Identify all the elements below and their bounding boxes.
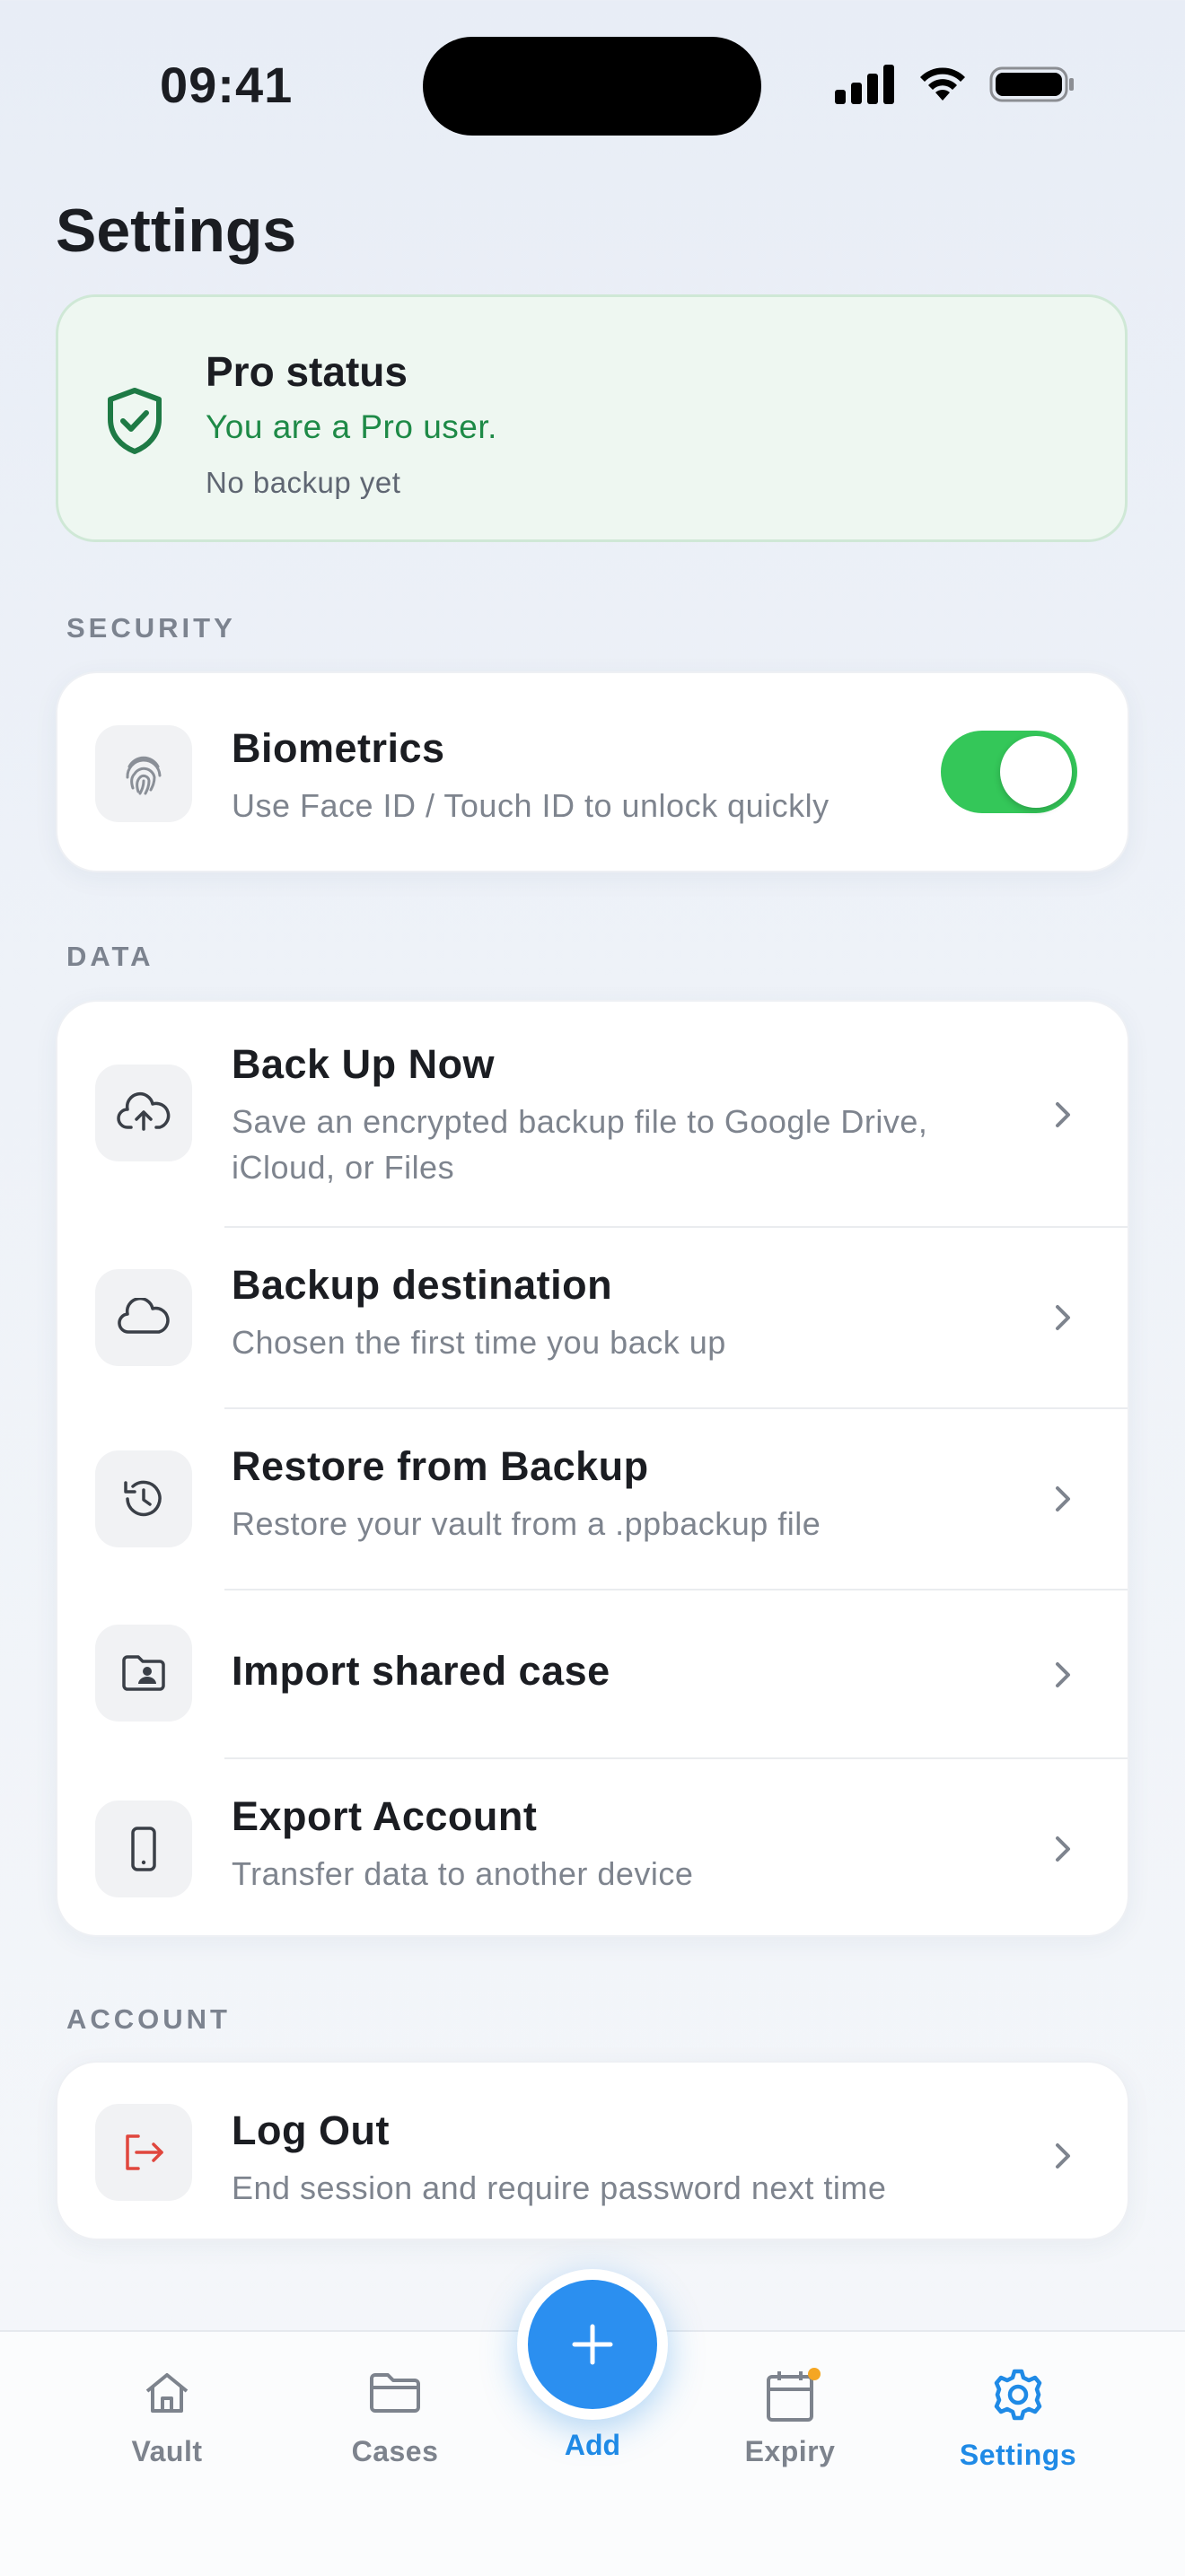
backup-destination-title: Backup destination xyxy=(232,1262,613,1308)
tab-settings-label: Settings xyxy=(959,2439,1077,2471)
plus-icon xyxy=(572,2324,613,2365)
tab-expiry-label: Expiry xyxy=(744,2435,836,2467)
security-card: Biometrics Use Face ID / Touch ID to unl… xyxy=(56,671,1129,872)
status-icons xyxy=(835,65,1075,104)
export-account-title: Export Account xyxy=(232,1793,538,1839)
logout-title: Log Out xyxy=(232,2107,390,2153)
tab-expiry[interactable]: Expiry xyxy=(700,2368,880,2468)
chevron-right-icon xyxy=(1056,2143,1070,2169)
pro-status-card: Pro status You are a Pro user. No backup… xyxy=(56,294,1128,542)
tab-cases-label: Cases xyxy=(351,2435,439,2467)
page-title: Settings xyxy=(56,197,297,265)
backup-status-text: No backup yet xyxy=(206,466,401,499)
signal-icon xyxy=(835,65,894,104)
chevron-right-icon xyxy=(1056,1836,1070,1862)
chevron-right-icon xyxy=(1056,1305,1070,1330)
chevron-right-icon xyxy=(1056,1662,1070,1687)
biometrics-row: Biometrics Use Face ID / Touch ID to unl… xyxy=(57,673,1128,871)
backup-destination-row[interactable]: Backup destination Chosen the first time… xyxy=(57,1228,1128,1407)
cloud-upload-icon xyxy=(95,1065,192,1161)
logout-subtitle: End session and require password next ti… xyxy=(232,2169,887,2206)
export-account-subtitle: Transfer data to another device xyxy=(232,1855,694,1892)
phone-icon xyxy=(95,1801,192,1897)
battery-icon xyxy=(989,66,1074,102)
export-account-row[interactable]: Export Account Transfer data to another … xyxy=(57,1759,1128,1935)
pro-status-title: Pro status xyxy=(206,348,408,395)
backup-now-subtitle: Save an encrypted backup file to Google … xyxy=(232,1103,928,1186)
chevron-right-icon xyxy=(1056,1486,1070,1511)
add-button[interactable] xyxy=(517,2269,668,2420)
fingerprint-icon xyxy=(95,725,192,822)
section-label-data: DATA xyxy=(66,941,154,972)
folder-icon xyxy=(370,2373,420,2413)
status-time: 09:41 xyxy=(160,57,294,113)
section-label-security: SECURITY xyxy=(66,612,236,644)
history-icon xyxy=(95,1450,192,1547)
tab-vault-label: Vault xyxy=(131,2435,203,2467)
backup-now-title: Back Up Now xyxy=(232,1041,496,1087)
gear-icon xyxy=(994,2369,1042,2421)
folder-user-icon xyxy=(95,1625,192,1722)
tab-cases[interactable]: Cases xyxy=(305,2368,485,2468)
backup-now-row[interactable]: Back Up Now Save an encrypted backup fil… xyxy=(57,1002,1128,1226)
notification-dot xyxy=(808,2368,821,2380)
data-card: Back Up Now Save an encrypted backup fil… xyxy=(56,1000,1129,1937)
logout-icon xyxy=(95,2104,192,2201)
restore-backup-title: Restore from Backup xyxy=(232,1443,649,1489)
shield-check-icon xyxy=(108,388,162,454)
biometrics-subtitle: Use Face ID / Touch ID to unlock quickly xyxy=(232,787,830,824)
pro-status-text: You are a Pro user. xyxy=(206,408,497,445)
cloud-icon xyxy=(95,1269,192,1366)
biometrics-toggle[interactable] xyxy=(941,731,1077,813)
account-card: Log Out End session and require password… xyxy=(56,2061,1129,2240)
tab-vault[interactable]: Vault xyxy=(77,2368,257,2468)
biometrics-title: Biometrics xyxy=(232,725,445,771)
wifi-icon xyxy=(920,67,965,101)
restore-backup-row[interactable]: Restore from Backup Restore your vault f… xyxy=(57,1409,1128,1589)
add-button-circle[interactable] xyxy=(528,2280,657,2409)
section-label-account: ACCOUNT xyxy=(66,2003,231,2035)
logout-row[interactable]: Log Out End session and require password… xyxy=(57,2063,1128,2239)
chevron-right-icon xyxy=(1056,1102,1070,1127)
import-shared-case-title: Import shared case xyxy=(232,1648,610,1694)
dynamic-island xyxy=(423,37,761,136)
add-button-label: Add xyxy=(564,2429,621,2461)
backup-destination-subtitle: Chosen the first time you back up xyxy=(232,1324,726,1361)
toggle-knob xyxy=(1000,736,1072,808)
restore-backup-subtitle: Restore your vault from a .ppbackup file xyxy=(232,1505,821,1542)
tab-settings[interactable]: Settings xyxy=(928,2368,1108,2472)
home-icon xyxy=(145,2373,189,2413)
import-shared-case-row[interactable]: Import shared case xyxy=(57,1590,1128,1757)
